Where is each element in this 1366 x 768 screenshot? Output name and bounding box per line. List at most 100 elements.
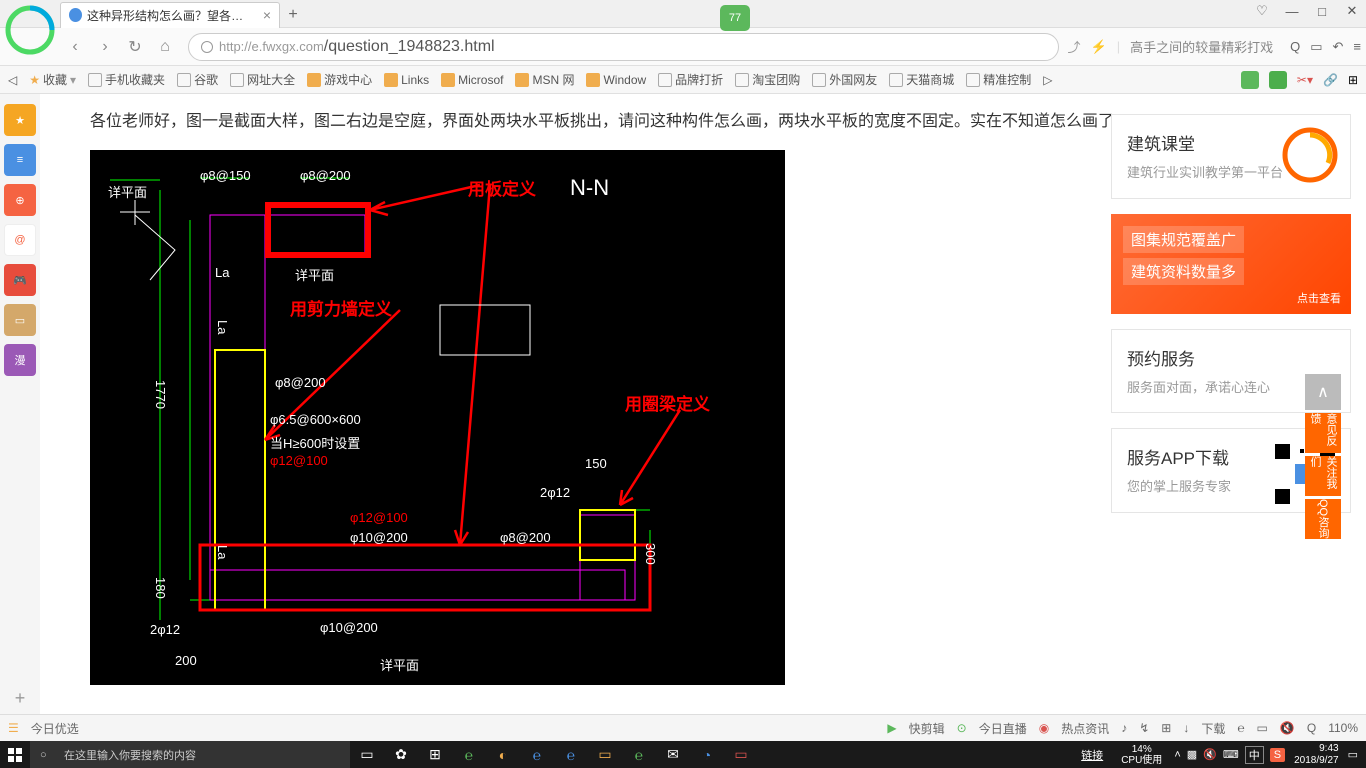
bookmark-item[interactable]: 外国网友 <box>812 71 877 88</box>
favorites-button[interactable]: ★收藏▾ <box>29 71 76 88</box>
undo-icon[interactable]: ↶ <box>1333 39 1344 55</box>
new-tab-button[interactable]: + <box>280 2 306 28</box>
nav-reload-button[interactable]: ↻ <box>120 32 150 62</box>
tray-network-icon[interactable]: ▩ <box>1187 748 1197 761</box>
search-input[interactable]: 高手之间的较量精彩打戏 <box>1130 37 1280 56</box>
app-edge-icon[interactable]: ℮ <box>520 741 554 768</box>
live-icon[interactable]: ⊙ <box>957 721 967 735</box>
search-icon[interactable]: Q <box>1290 39 1300 54</box>
bookmark-item[interactable]: 淘宝团购 <box>735 71 800 88</box>
bookmark-item[interactable]: Microsof <box>441 73 503 87</box>
share-icon[interactable]: ⤴ <box>1067 37 1080 56</box>
status-hot[interactable]: 热点资讯 <box>1061 720 1109 737</box>
bookmark-item[interactable]: 游戏中心 <box>307 71 372 88</box>
nav-home-button[interactable]: ⌂ <box>150 32 180 62</box>
today-special-icon[interactable]: ☰ <box>8 721 19 735</box>
grid-icon[interactable]: ⊞ <box>1348 73 1358 87</box>
ext-badge-2[interactable] <box>1269 71 1287 89</box>
bookmark-item[interactable]: 天猫商城 <box>889 71 954 88</box>
bookmarks-nav-next[interactable]: ▷ <box>1043 73 1052 87</box>
mute-icon[interactable]: 🔇 <box>1280 721 1295 735</box>
app-ie-icon[interactable]: ℮ <box>554 741 588 768</box>
sidebar-fav-icon[interactable]: ★ <box>4 104 36 136</box>
hot-icon[interactable]: ◉ <box>1039 721 1049 735</box>
bookmark-item[interactable]: Links <box>384 73 429 87</box>
classroom-logo <box>1280 125 1340 185</box>
bookmark-item[interactable]: 品牌打折 <box>658 71 723 88</box>
follow-button[interactable]: 关注我们 <box>1305 456 1341 496</box>
speedup-badge[interactable]: 77 <box>720 5 750 31</box>
icon-c[interactable]: ⊞ <box>1161 721 1171 735</box>
address-bar[interactable]: http:// e.fwxgx.com /question_1948823.ht… <box>188 33 1059 61</box>
menu-icon[interactable]: ≡ <box>1353 39 1361 54</box>
ext-badge-1[interactable] <box>1241 71 1259 89</box>
qq-consult-button[interactable]: QQ咨询 <box>1305 499 1341 539</box>
app-weather-icon[interactable]: ◔ <box>690 741 724 768</box>
ime-sogou[interactable]: S <box>1270 748 1285 762</box>
scroll-top-button[interactable]: ∧ <box>1305 374 1341 410</box>
promo-banner[interactable]: 图集规范覆盖广 建筑资料数量多 点击查看 <box>1111 214 1351 314</box>
card-classroom[interactable]: 建筑课堂 建筑行业实训教学第一平台 <box>1111 114 1351 199</box>
bookmark-item[interactable]: 手机收藏夹 <box>88 71 165 88</box>
window-minimize-button[interactable]: — <box>1283 2 1301 20</box>
zoom-icon[interactable]: Q <box>1307 721 1316 735</box>
app-360b-icon[interactable]: ℮ <box>622 741 656 768</box>
scissors-icon[interactable]: ✂▾ <box>1297 73 1313 87</box>
bookmark-item[interactable]: Window <box>586 73 646 87</box>
tray-up-icon[interactable]: ˄ <box>1174 749 1180 761</box>
browser-logo[interactable] <box>5 5 55 60</box>
nav-back-button[interactable]: ‹ <box>60 32 90 62</box>
clip-icon[interactable]: ▶ <box>887 721 896 735</box>
sidebar-book-icon[interactable]: ▭ <box>4 304 36 336</box>
icon-a[interactable]: ♪ <box>1121 721 1127 735</box>
icon-d[interactable]: ℮ <box>1237 721 1244 735</box>
taskbar-search[interactable]: ○ 在这里输入你要搜索的内容 <box>30 741 350 768</box>
task-view-icon[interactable]: ▭ <box>350 741 384 768</box>
sidebar-game-icon[interactable]: 🎮 <box>4 264 36 296</box>
status-download[interactable]: 下载 <box>1201 720 1225 737</box>
start-button[interactable] <box>0 741 30 768</box>
bookmarks-nav-prev[interactable]: ◁ <box>8 73 17 87</box>
download-icon[interactable]: ↓ <box>1183 721 1189 735</box>
site-info-icon <box>201 41 213 53</box>
sidebar-news-icon[interactable]: ≡ <box>4 144 36 176</box>
status-live[interactable]: 今日直播 <box>979 720 1027 737</box>
app-fan-icon[interactable]: ✿ <box>384 741 418 768</box>
bookmark-item[interactable]: 网址大全 <box>230 71 295 88</box>
tray-ime-icon[interactable]: ⌨ <box>1223 748 1239 761</box>
app-store-icon[interactable]: ⊞ <box>418 741 452 768</box>
feedback-button[interactable]: 意见反馈 <box>1305 413 1341 453</box>
bookmark-item[interactable]: 谷歌 <box>177 71 218 88</box>
status-clip[interactable]: 快剪辑 <box>909 720 945 737</box>
ime-mode[interactable]: 中 <box>1245 746 1264 764</box>
app-office-icon[interactable]: ▭ <box>724 741 758 768</box>
cpu-monitor[interactable]: 14% CPU使用 <box>1115 744 1168 766</box>
tab-close-button[interactable]: × <box>263 7 271 23</box>
sidebar-at-icon[interactable]: @ <box>4 224 36 256</box>
taskbar-links[interactable]: 链接 <box>1075 747 1109 763</box>
bookmark-item[interactable]: MSN 网 <box>515 71 574 88</box>
bookmark-item[interactable]: 精准控制 <box>966 71 1031 88</box>
window-maximize-button[interactable]: □ <box>1313 2 1331 20</box>
window-feedback-icon[interactable]: ♡ <box>1253 2 1271 20</box>
app-browser2-icon[interactable]: ◐ <box>486 741 520 768</box>
nav-forward-button[interactable]: › <box>90 32 120 62</box>
lightning-icon[interactable]: ⚡ <box>1091 39 1107 55</box>
app-360-icon[interactable]: ℮ <box>452 741 486 768</box>
tray-volume-icon[interactable]: 🔇 <box>1203 748 1217 761</box>
app-mail-icon[interactable]: ✉ <box>656 741 690 768</box>
browser-tab[interactable]: 这种异形结构怎么画？望各位老师 × <box>60 2 280 28</box>
extension-icon[interactable]: ▭ <box>1310 39 1322 55</box>
today-special[interactable]: 今日优选 <box>31 720 79 737</box>
window-close-button[interactable]: ✕ <box>1343 2 1361 20</box>
sidebar-weibo-icon[interactable]: ⊕ <box>4 184 36 216</box>
net-icon[interactable]: 🔗 <box>1323 73 1338 87</box>
taskbar-clock[interactable]: 9:43 2018/9/27 <box>1291 743 1342 767</box>
icon-e[interactable]: ▭ <box>1257 721 1268 735</box>
sidebar-manga-icon[interactable]: 漫 <box>4 344 36 376</box>
action-center-icon[interactable]: ▭ <box>1348 748 1358 761</box>
zoom-level[interactable]: 110% <box>1328 721 1358 735</box>
sidebar-add-button[interactable]: + <box>15 688 26 709</box>
icon-b[interactable]: ↯ <box>1139 721 1149 735</box>
app-explorer-icon[interactable]: ▭ <box>588 741 622 768</box>
